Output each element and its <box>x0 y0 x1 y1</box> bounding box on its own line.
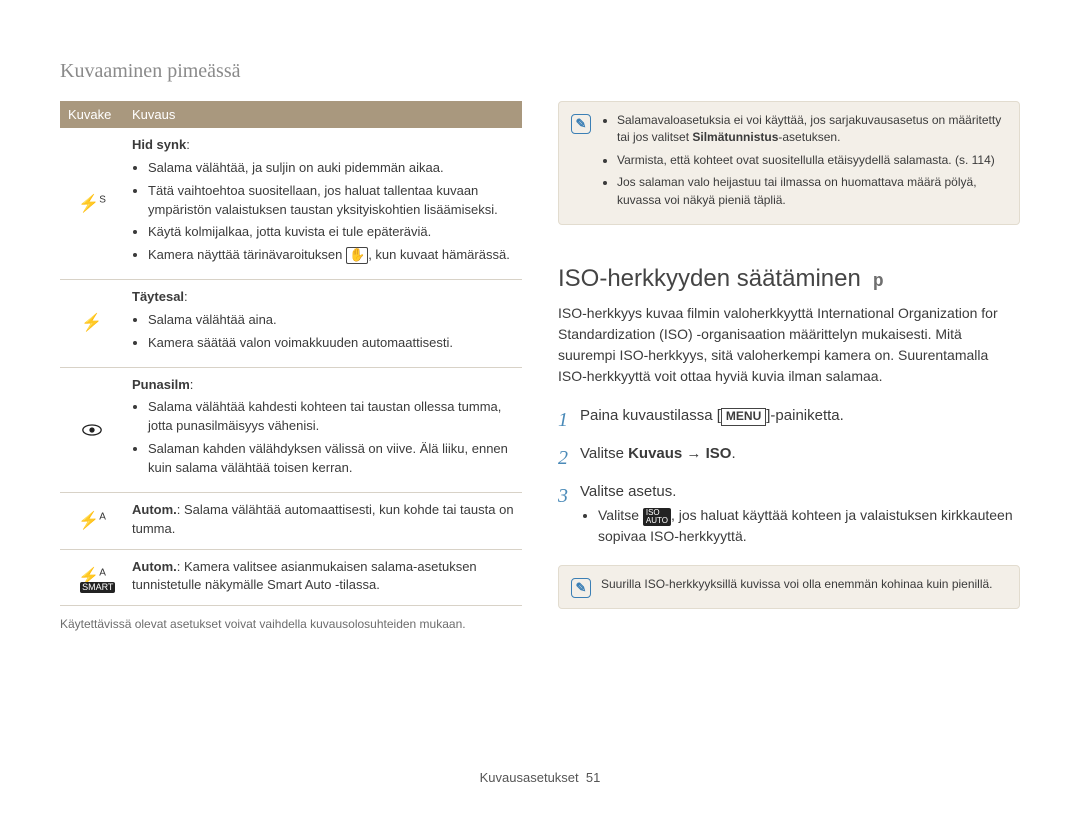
step: 3 Valitse asetus. Valitse ISOAUTO, jos h… <box>558 481 1020 548</box>
table-row: ⚡S Hid synk: Salama välähtää, ja suljin … <box>60 128 522 280</box>
table-header-desc: Kuvaus <box>124 101 522 128</box>
list-item: Tätä vaihtoehtoa suositellaan, jos halua… <box>148 182 514 220</box>
row-desc: Hid synk: Salama välähtää, ja suljin on … <box>124 128 522 279</box>
left-column: Kuvake Kuvaus ⚡S Hid synk: Salama väläht… <box>60 101 522 633</box>
auto-flash-icon: ⚡A <box>60 493 124 549</box>
mode-badge: p <box>873 272 884 292</box>
note-icon: ✎ <box>571 114 591 134</box>
red-eye-icon <box>60 368 124 492</box>
list-item: Kamera säätää valon voimakkuuden automaa… <box>148 334 514 353</box>
list-item: Salama välähtää aina. <box>148 311 514 330</box>
note-box: ✎ Suurilla ISO-herkkyyksillä kuvissa voi… <box>558 565 1020 609</box>
step: 2 Valitse Kuvaus → ISO. <box>558 443 1020 473</box>
step-body: Paina kuvaustilassa [MENU]-painiketta. <box>580 405 1020 428</box>
page-footer: Kuvausasetukset 51 <box>0 770 1080 785</box>
iso-auto-icon: ISOAUTO <box>643 508 671 526</box>
content-columns: Kuvake Kuvaus ⚡S Hid synk: Salama väläht… <box>60 101 1020 633</box>
row-desc: Autom.: Salama välähtää automaattisesti,… <box>124 493 522 549</box>
list-item: Salamavaloasetuksia ei voi käyttää, jos … <box>617 112 1007 147</box>
row-desc: Punasilm: Salama välähtää kahdesti kohte… <box>124 368 522 492</box>
page-title: Kuvaaminen pimeässä <box>60 60 1020 83</box>
menu-button-label: MENU <box>721 408 766 426</box>
step-number: 1 <box>558 405 580 435</box>
row-desc: Täytesal: Salama välähtää aina. Kamera s… <box>124 280 522 367</box>
step: 1 Paina kuvaustilassa [MENU]-painiketta. <box>558 405 1020 435</box>
table-row: ⚡A Autom.: Salama välähtää automaattises… <box>60 493 522 550</box>
step-number: 3 <box>558 481 580 511</box>
list-item: Salaman kahden välähdyksen välissä on vi… <box>148 440 514 478</box>
shake-warning-icon: ✋ <box>346 247 368 263</box>
table-row: ⚡ Täytesal: Salama välähtää aina. Kamera… <box>60 280 522 368</box>
steps-list: 1 Paina kuvaustilassa [MENU]-painiketta.… <box>558 405 1020 548</box>
note-text: Suurilla ISO-herkkyyksillä kuvissa voi o… <box>601 576 993 598</box>
list-item: Salama välähtää kahdesti kohteen tai tau… <box>148 398 514 436</box>
step-number: 2 <box>558 443 580 473</box>
table-header-icon: Kuvake <box>60 101 124 128</box>
table-row: Punasilm: Salama välähtää kahdesti kohte… <box>60 368 522 493</box>
list-item: Salama välähtää, ja suljin on auki pidem… <box>148 159 514 178</box>
list-item: Jos salaman valo heijastuu tai ilmassa o… <box>617 174 1007 209</box>
section-title: ISO-herkkyyden säätäminen p <box>558 265 1020 293</box>
list-item: Kamera näyttää tärinävaroituksen ✋, kun … <box>148 246 514 265</box>
right-column: ✎ Salamavaloasetuksia ei voi käyttää, jo… <box>558 101 1020 633</box>
list-item: Valitse ISOAUTO, jos haluat käyttää koht… <box>598 505 1020 547</box>
table-row: ⚡A SMART Autom.: Kamera valitsee asianmu… <box>60 550 522 607</box>
list-item: Varmista, että kohteet ovat suositellull… <box>617 152 1007 169</box>
note-box: ✎ Salamavaloasetuksia ei voi käyttää, jo… <box>558 101 1020 225</box>
fill-flash-icon: ⚡ <box>60 280 124 367</box>
list-item: Käytä kolmijalkaa, jotta kuvista ei tule… <box>148 223 514 242</box>
eye-svg <box>82 424 102 436</box>
table-header: Kuvake Kuvaus <box>60 101 522 128</box>
step-body: Valitse Kuvaus → ISO. <box>580 443 1020 466</box>
step-body: Valitse asetus. Valitse ISOAUTO, jos hal… <box>580 481 1020 548</box>
row-desc: Autom.: Kamera valitsee asianmukaisen sa… <box>124 550 522 606</box>
smart-auto-flash-icon: ⚡A SMART <box>60 550 124 606</box>
note-icon: ✎ <box>571 578 591 598</box>
slow-sync-flash-icon: ⚡S <box>60 128 124 279</box>
section-description: ISO-herkkyys kuvaa filmin valoherkkyyttä… <box>558 303 1020 387</box>
table-footnote: Käytettävissä olevat asetukset voivat va… <box>60 616 522 633</box>
